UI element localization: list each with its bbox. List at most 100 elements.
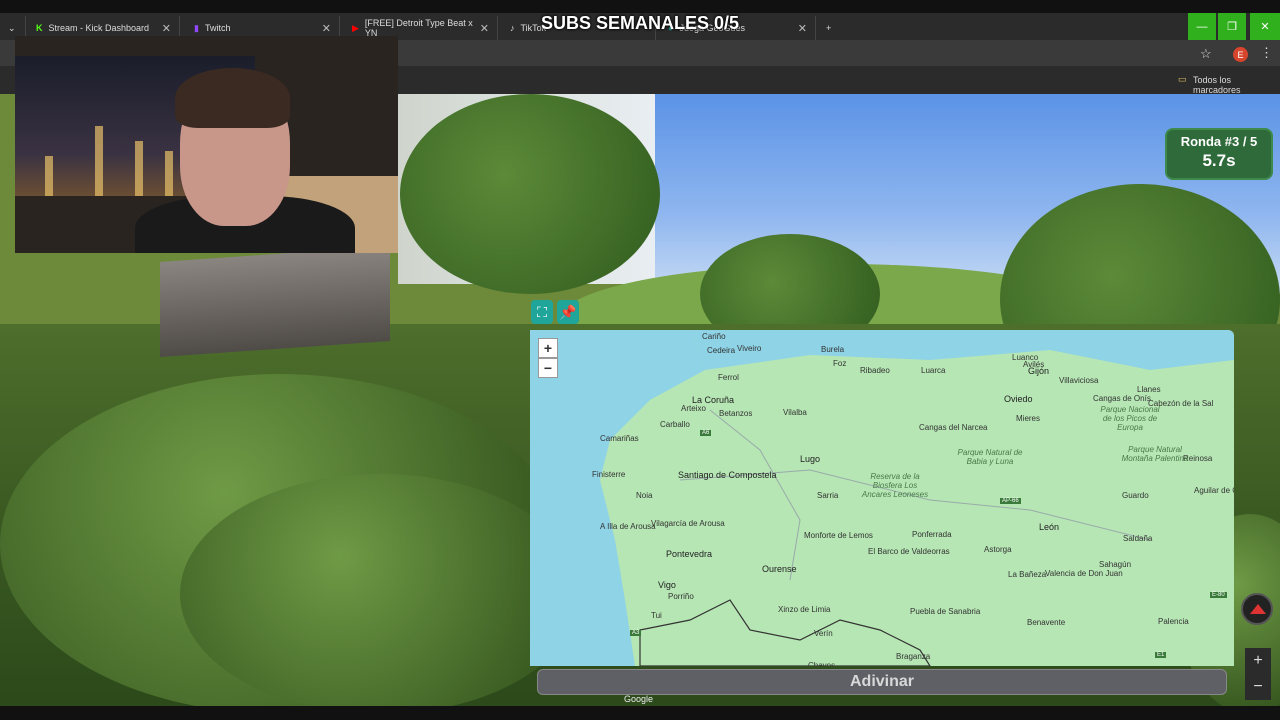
kick-icon: K	[36, 23, 43, 33]
map-place-label: Lugo	[800, 454, 821, 464]
round-label: Ronda #3 / 5	[1180, 134, 1258, 149]
map-place-label: Burela	[821, 345, 845, 354]
map-place-label: El Barco de Valdeorras	[868, 547, 950, 556]
map-road-label: A3	[630, 630, 642, 636]
map-place-label: Camariñas	[600, 434, 639, 443]
map-place-label: Xinzo de Limia	[778, 605, 831, 614]
restore-button[interactable]: ❐	[1218, 13, 1246, 40]
map-place-label: A Illa de Arousa	[600, 522, 656, 531]
map-place-label: Betanzos	[719, 409, 753, 418]
map-place-label: Villaviciosa	[1059, 376, 1099, 385]
map-place-label: Cangas de Onís	[1093, 394, 1151, 403]
map-road-label: E-80	[1210, 592, 1227, 598]
map-place-label: Viveiro	[737, 344, 762, 353]
close-icon[interactable]: ✕	[162, 22, 171, 35]
round-panel: Ronda #3 / 5 5.7s	[1165, 128, 1273, 180]
map-zoom-out-button[interactable]: −	[538, 358, 558, 378]
screen: ⌄ K Stream - Kick Dashboard ✕ ▮ Twitch ✕…	[0, 0, 1280, 720]
map-place-label: Guardo	[1122, 491, 1149, 500]
map-place-label: Monforte de Lemos	[804, 531, 873, 540]
abandoned-shack	[160, 245, 390, 358]
map-place-label: Aguilar de Campoo	[1194, 486, 1234, 495]
map-road-label: A6	[700, 430, 712, 436]
map-place-label: Luarca	[921, 366, 946, 375]
twitch-icon: ▮	[194, 22, 199, 33]
youtube-icon: ▶	[352, 22, 359, 33]
folder-icon: ▭	[1178, 74, 1187, 84]
map-place-label: Mieres	[1016, 414, 1041, 423]
all-bookmarks-link[interactable]: Todos los marcadores	[1193, 75, 1280, 95]
map-place-label: La Bañeza	[1008, 570, 1047, 579]
map-place-label: Llanes	[1137, 385, 1161, 394]
guess-button[interactable]: Adivinar	[537, 669, 1227, 695]
map-place-label: León	[1039, 522, 1060, 532]
map-place-label: Porriño	[668, 592, 694, 601]
subs-counter-overlay: SUBS SEMANALES 0/5	[541, 13, 740, 33]
map-place-label: Vigo	[658, 580, 676, 590]
map-zoom-in-button[interactable]: +	[538, 338, 558, 358]
map-place-label: Braganza	[896, 652, 931, 661]
bush	[180, 474, 580, 706]
star-icon[interactable]: ☆	[1200, 46, 1212, 62]
close-icon[interactable]: ✕	[480, 22, 489, 35]
pano-zoom-in-button[interactable]: +	[1245, 648, 1271, 674]
map-place-label: Ponferrada	[912, 530, 952, 539]
minimize-button[interactable]: —	[1188, 13, 1216, 40]
round-timer: 5.7s	[1202, 151, 1236, 170]
map-place-label: Saldaña	[1123, 534, 1153, 543]
map-place-label: Carballo	[660, 420, 690, 429]
chevron-down-icon: ⌄	[8, 22, 16, 33]
pano-zoom-out-button[interactable]: −	[1245, 674, 1271, 700]
tab-label: Twitch	[204, 23, 231, 33]
map-park-label: Parque Nacional de los Picos de Europa	[1100, 405, 1160, 432]
map-place-label: Ribadeo	[860, 366, 890, 375]
map-road-label: E1	[1155, 652, 1167, 658]
map-place-label: Santiago de Compostela	[678, 470, 777, 480]
close-icon[interactable]: ✕	[798, 22, 807, 35]
map-place-label: Ourense	[762, 564, 797, 574]
map-place-label: Gijón	[1028, 366, 1050, 376]
tab-label: Stream - Kick Dashboard	[48, 23, 150, 33]
map-place-label: Tui	[651, 611, 662, 620]
compass-icon[interactable]	[1241, 593, 1273, 625]
tiktok-icon: ♪	[510, 23, 515, 33]
atlantic-ocean	[530, 330, 705, 666]
more-icon[interactable]: ⋮	[1260, 45, 1273, 61]
map-place-label: Pontevedra	[666, 549, 713, 559]
guess-map[interactable]: Cariño Cedeira Viveiro Burela Foz Ferrol Ribad…	[530, 330, 1234, 666]
cantabrian-sea	[690, 330, 1234, 370]
close-icon[interactable]: ✕	[322, 22, 331, 35]
map-place-label: Valencia de Don Juan	[1045, 569, 1123, 578]
tab-label: [FREE] Detroit Type Beat x YN	[364, 18, 473, 38]
map-place-label: Verín	[814, 629, 833, 638]
close-window-button[interactable]: ✕	[1250, 13, 1280, 40]
map-place-label: Chaves	[808, 661, 836, 666]
expand-map-icon[interactable]: ⛶	[531, 300, 553, 324]
highway-line	[709, 409, 801, 581]
map-place-label: Benavente	[1027, 618, 1066, 627]
map-park-label: Parque Natural Montaña Palentina	[1121, 445, 1189, 463]
map-place-label: Astorga	[984, 545, 1012, 554]
streamer-hair	[175, 68, 290, 128]
map-place-label: Palencia	[1158, 617, 1189, 626]
map-place-label: Oviedo	[1004, 394, 1033, 404]
map-park-label: Reserva de la Biosfera Los Ancares Leone…	[861, 472, 929, 499]
map-place-label: Foz	[833, 359, 847, 368]
map-place-label: Puebla de Sanabria	[910, 607, 981, 616]
map-place-label: Finisterre	[592, 470, 626, 479]
map-place-label: Cariño	[702, 332, 726, 341]
tree-cluster	[400, 94, 660, 294]
map-place-label: Vilagarcía de Arousa	[651, 519, 725, 528]
webcam-overlay	[15, 36, 398, 253]
map-place-label: Noia	[636, 491, 653, 500]
avatar[interactable]: E	[1233, 47, 1248, 62]
map-place-label: Sahagún	[1099, 560, 1132, 569]
map-place-label: Sarria	[817, 491, 839, 500]
map-road-label: AP-66	[1000, 498, 1021, 504]
map-park-label: Parque Natural de Babia y Luna	[957, 448, 1023, 466]
map-place-label: Vilalba	[783, 408, 807, 417]
map-place-label: Ferrol	[718, 373, 739, 382]
pin-map-icon[interactable]: 📌	[557, 300, 579, 324]
new-tab-button[interactable]: +	[818, 16, 840, 40]
google-watermark: Google	[624, 694, 654, 704]
